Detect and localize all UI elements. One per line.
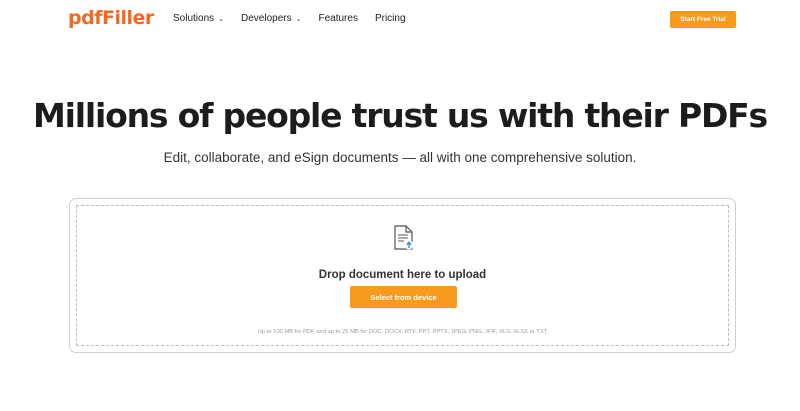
main-nav: Solutions ⌄ Developers ⌄ Features Pricin…	[173, 13, 423, 24]
nav-item-label: Developers	[241, 13, 292, 24]
start-free-trial-button[interactable]: Start Free Trial	[670, 11, 736, 28]
chevron-down-icon: ⌄	[295, 15, 302, 23]
nav-item-label: Features	[318, 13, 358, 24]
nav-item-pricing[interactable]: Pricing	[375, 13, 406, 24]
hero-title: Millions of people trust us with their P…	[33, 96, 768, 135]
upload-card: Drop document here to upload Select from…	[69, 198, 736, 353]
nav-item-label: Pricing	[374, 13, 406, 24]
dropzone[interactable]: Drop document here to upload Select from…	[76, 205, 729, 346]
document-upload-icon	[394, 225, 414, 250]
file-size-limits: Up to 100 MB for PDF and up to 25 MB for…	[257, 329, 548, 335]
hero-subtitle: Edit, collaborate, and eSign documents —…	[163, 150, 637, 165]
chevron-down-icon: ⌄	[218, 15, 225, 23]
nav-item-developers[interactable]: Developers ⌄	[241, 13, 301, 24]
nav-item-features[interactable]: Features	[318, 13, 357, 24]
select-from-device-button[interactable]: Select from device	[350, 286, 457, 308]
nav-item-label: Solutions	[173, 13, 215, 24]
nav-item-solutions[interactable]: Solutions ⌄	[173, 13, 224, 24]
drop-instructions: Drop document here to upload	[318, 269, 487, 281]
top-navigation-bar: pdfFiller Solutions ⌄ Developers ⌄ Featu…	[0, 0, 800, 38]
pdffiller-logo[interactable]: pdfFiller	[68, 7, 154, 29]
